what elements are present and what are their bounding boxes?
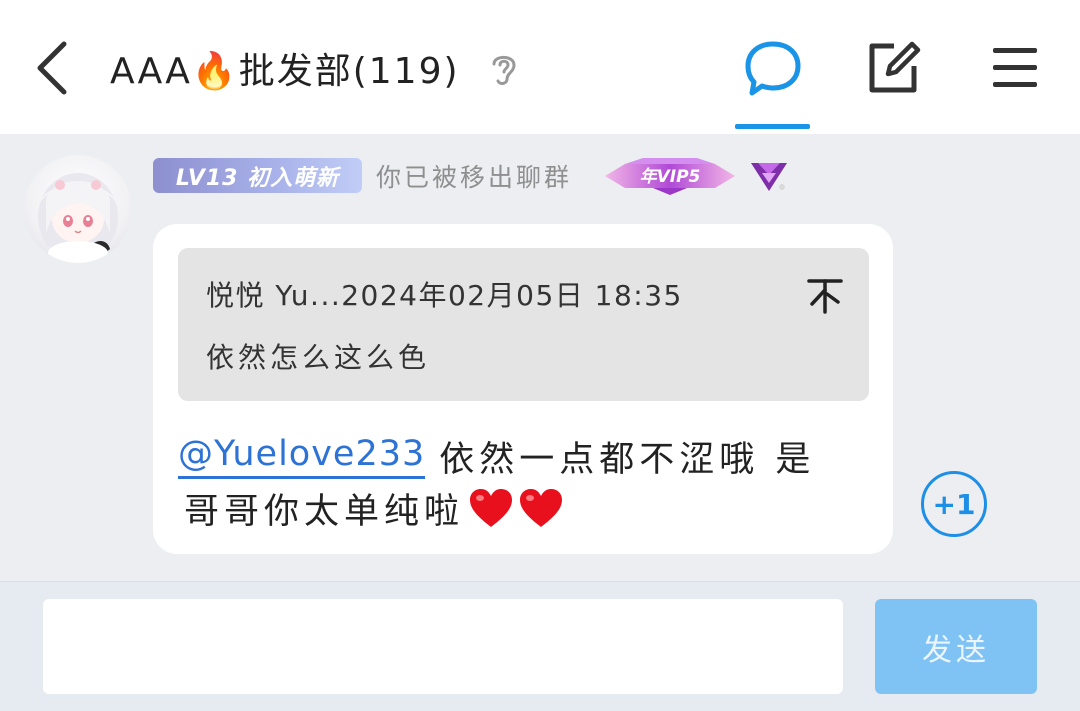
ear-icon[interactable]: [487, 50, 521, 88]
message-input[interactable]: [43, 599, 843, 694]
message-text: 依然一点都不涩哦 是: [439, 439, 816, 480]
send-button[interactable]: 发送: [875, 599, 1037, 694]
jump-to-original-icon[interactable]: [806, 276, 844, 316]
edit-icon[interactable]: [864, 38, 924, 96]
back-button[interactable]: [28, 36, 78, 100]
back-arrow-icon: [37, 41, 67, 95]
quote-text: 依然怎么这么色: [206, 341, 431, 374]
heart-icon: [470, 489, 513, 527]
active-tab-indicator: [735, 124, 810, 129]
message-text-line-2: 哥哥你太单纯啦: [184, 480, 564, 536]
vip-badge: 年VIP5: [603, 156, 737, 196]
sender-name[interactable]: 你已被移出聊群: [376, 158, 572, 193]
message-text-continued: 哥哥你太单纯啦: [184, 491, 465, 532]
chat-header: AAA🔥批发部(119): [0, 0, 1080, 134]
level-badge: LV13 初入萌新: [153, 158, 362, 193]
avatar[interactable]: [24, 155, 132, 263]
chat-bubble-icon[interactable]: [742, 38, 804, 98]
heart-icon: [520, 489, 563, 527]
group-title: AAA🔥批发部(119): [110, 51, 460, 92]
gem-icon: [748, 157, 790, 195]
message-text-line-1: @Yuelove233 依然一点都不涩哦 是: [178, 428, 815, 484]
plus-one-button[interactable]: +1: [921, 471, 987, 537]
vip-badge-label: 年VIP5: [640, 167, 701, 187]
quoted-message[interactable]: [178, 248, 869, 401]
mention-link[interactable]: @Yuelove233: [178, 434, 426, 479]
menu-icon[interactable]: [990, 44, 1040, 92]
quote-meta: 悦悦 Yu...2024年02月05日 18:35: [206, 279, 683, 312]
